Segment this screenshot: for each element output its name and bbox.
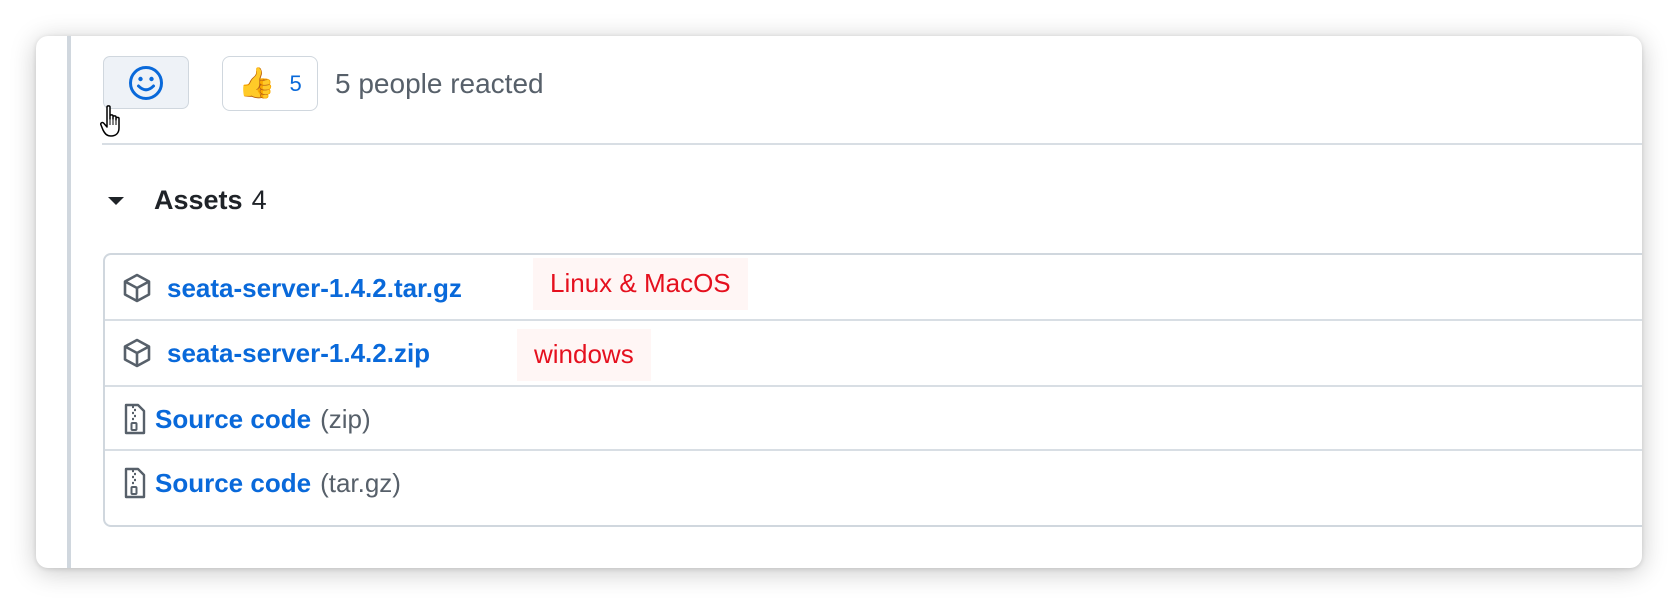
package-icon bbox=[123, 273, 151, 303]
annotation-linux-macos: Linux & MacOS bbox=[533, 258, 748, 310]
assets-title: Assets bbox=[154, 185, 243, 215]
thumbs-up-icon: 👍 bbox=[238, 66, 276, 100]
asset-row: Source code (tar.gz) bbox=[105, 449, 1642, 515]
asset-format: (zip) bbox=[320, 403, 371, 434]
assets-toggle[interactable]: Assets 4 bbox=[108, 187, 267, 214]
asset-format: (tar.gz) bbox=[320, 467, 401, 498]
add-reaction-button[interactable] bbox=[103, 56, 189, 109]
smiley-icon bbox=[129, 65, 163, 100]
assets-count: 4 bbox=[251, 185, 267, 215]
reaction-count: 5 bbox=[289, 70, 302, 96]
reactions-summary: 5 people reacted bbox=[335, 68, 544, 99]
package-icon bbox=[123, 338, 151, 368]
asset-row: seata-server-1.4.2.tar.gz Linux & MacOS bbox=[105, 255, 1642, 321]
divider bbox=[102, 143, 1642, 145]
asset-row: seata-server-1.4.2.zip windows bbox=[105, 319, 1642, 385]
assets-list: seata-server-1.4.2.tar.gz Linux & MacOS … bbox=[103, 253, 1642, 527]
source-code-zip-link[interactable]: Source code bbox=[155, 404, 311, 435]
caret-down-icon bbox=[108, 196, 124, 205]
asset-link-tar-gz[interactable]: seata-server-1.4.2.tar.gz bbox=[167, 273, 462, 304]
source-code-tar-gz-link[interactable]: Source code bbox=[155, 468, 311, 499]
asset-link-zip[interactable]: seata-server-1.4.2.zip bbox=[167, 338, 430, 369]
thumbs-up-reaction-button[interactable]: 👍 5 bbox=[222, 56, 318, 111]
file-zip-icon bbox=[123, 403, 147, 435]
asset-row: Source code (zip) bbox=[105, 385, 1642, 451]
timeline-rule bbox=[67, 36, 71, 568]
release-card: 👍 5 5 people reacted Assets 4 seata-serv… bbox=[36, 36, 1642, 568]
file-zip-icon bbox=[123, 467, 147, 499]
annotation-windows: windows bbox=[517, 329, 651, 381]
hand-pointer-icon bbox=[100, 105, 120, 137]
